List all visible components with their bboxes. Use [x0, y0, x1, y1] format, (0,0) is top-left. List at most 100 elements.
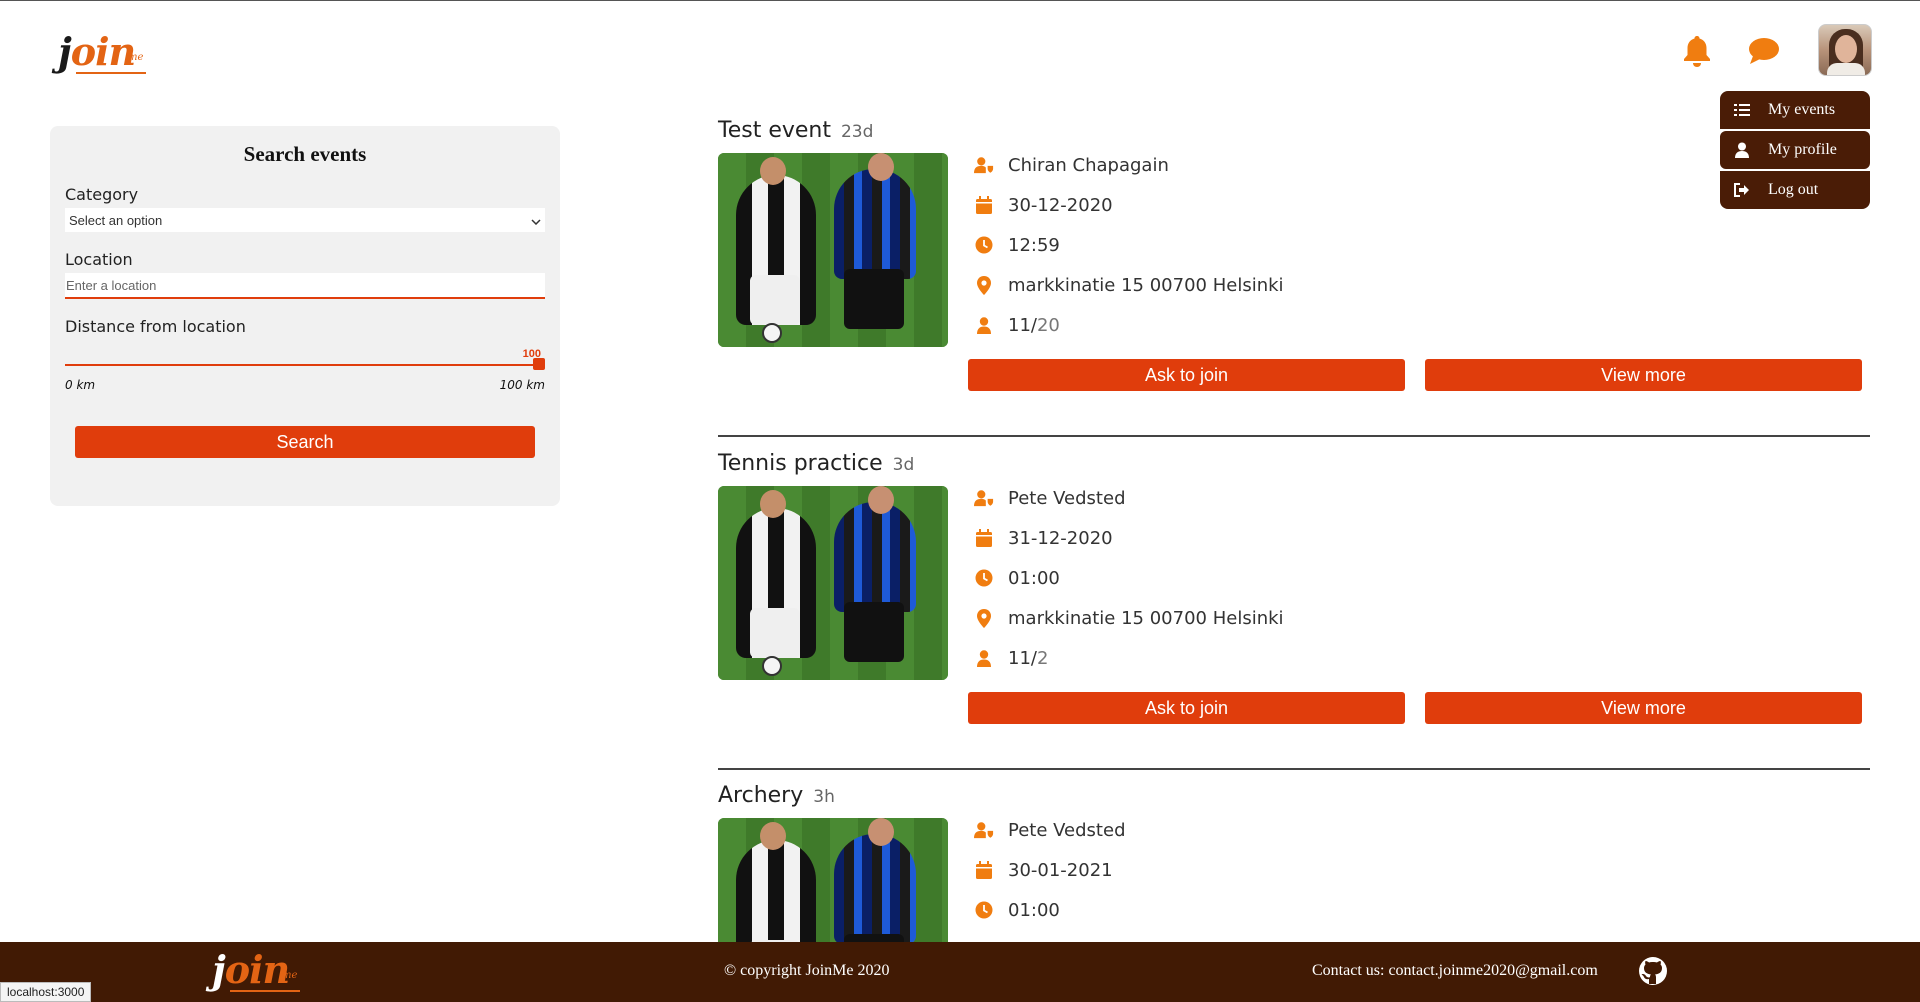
chat-bubble-icon[interactable] — [1748, 36, 1780, 66]
map-pin-icon — [974, 275, 994, 295]
category-select[interactable]: Select an option — [65, 208, 545, 232]
event-title-row: Test event 23d — [718, 118, 1870, 143]
location-input[interactable]: Enter a location — [65, 273, 545, 299]
event-info: Chiran Chapagain 30-12-2020 12:59 markki… — [970, 153, 1284, 347]
event-name[interactable]: Test event — [718, 118, 831, 143]
list-icon — [1728, 103, 1756, 117]
logo-underline — [76, 72, 146, 74]
distance-slider[interactable] — [65, 358, 545, 370]
category-label: Category — [65, 185, 139, 204]
event-time-row: 12:59 — [970, 225, 1284, 265]
organizer-icon — [974, 488, 994, 508]
event-info: Pete Vedsted 31-12-2020 01:00 markkinati… — [970, 486, 1284, 680]
distance-max: 100 km — [499, 378, 545, 392]
event-image[interactable] — [718, 818, 948, 942]
event-time: 01:00 — [1008, 899, 1060, 921]
window-top-border — [0, 0, 1920, 1]
calendar-icon — [974, 860, 994, 880]
view-more-button[interactable]: View more — [1425, 359, 1862, 391]
event-address: markkinatie 15 00700 Helsinki — [1008, 607, 1284, 629]
event-age: 3h — [813, 787, 835, 807]
event-image[interactable] — [718, 153, 948, 347]
event-card: Tennis practice 3d Pete Vedsted 31-12-20… — [718, 451, 1870, 724]
event-date: 31-12-2020 — [1008, 527, 1113, 549]
browser-status-url: localhost:3000 — [0, 982, 92, 1002]
event-attendees-row: 11/2 — [970, 638, 1284, 678]
location-label: Location — [65, 250, 133, 269]
image-player-2 — [834, 502, 916, 662]
location-input-placeholder: Enter a location — [66, 277, 157, 293]
user-avatar[interactable] — [1818, 24, 1872, 76]
event-time: 01:00 — [1008, 567, 1060, 589]
chevron-down-icon — [531, 213, 541, 228]
event-card: Test event 23d Chiran Chapagain 30-12-20… — [718, 118, 1870, 391]
calendar-icon — [974, 528, 994, 548]
event-organizer: Pete Vedsted — [1008, 819, 1126, 841]
event-divider — [718, 768, 1870, 770]
event-capacity: 20 — [1036, 314, 1060, 336]
person-icon — [974, 315, 994, 335]
person-icon — [974, 648, 994, 668]
image-player-legs — [750, 608, 800, 658]
ask-to-join-button[interactable]: Ask to join — [968, 692, 1405, 724]
ask-to-join-button[interactable]: Ask to join — [968, 359, 1405, 391]
distance-min: 0 km — [65, 378, 96, 392]
event-image[interactable] — [718, 486, 948, 680]
view-more-button[interactable]: View more — [1425, 692, 1862, 724]
image-ball — [762, 656, 782, 676]
distance-slider-thumb[interactable] — [533, 358, 545, 370]
event-actions: Ask to join View more — [968, 692, 1870, 724]
map-pin-icon — [974, 608, 994, 628]
image-player-2 — [834, 834, 916, 942]
logo[interactable]: join me — [58, 30, 150, 78]
bell-icon[interactable] — [1682, 34, 1712, 68]
event-title-row: Archery 3h — [718, 783, 1870, 808]
image-player-legs — [844, 269, 904, 329]
event-address: markkinatie 15 00700 Helsinki — [1008, 274, 1284, 296]
event-body: Pete Vedsted 31-12-2020 01:00 markkinati… — [718, 486, 1870, 680]
event-title-row: Tennis practice 3d — [718, 451, 1870, 476]
event-attendees-row: 11/20 — [970, 305, 1284, 345]
clock-icon — [974, 568, 994, 588]
category-select-value: Select an option — [69, 212, 163, 228]
menu-item-label: My events — [1768, 101, 1836, 118]
clock-icon — [974, 235, 994, 255]
footer-contact[interactable]: Contact us: contact.joinme2020@gmail.com — [1312, 962, 1598, 980]
image-ball — [762, 323, 782, 343]
event-attendees: 11/ — [1008, 314, 1037, 336]
avatar-face — [1835, 35, 1857, 63]
image-head-2 — [868, 818, 894, 846]
logo-me: me — [282, 970, 298, 981]
search-panel: Search events Category Select an option … — [50, 126, 560, 506]
event-date: 30-01-2021 — [1008, 859, 1113, 881]
event-age: 23d — [840, 122, 874, 142]
event-organizer-row: Pete Vedsted — [970, 810, 1126, 850]
image-player-legs — [750, 275, 800, 325]
event-name[interactable]: Tennis practice — [718, 451, 883, 476]
event-location-row: markkinatie 15 00700 Helsinki — [970, 265, 1284, 305]
image-player-1 — [736, 840, 816, 942]
footer: join me © copyright JoinMe 2020 Contact … — [0, 942, 1920, 1002]
clock-icon — [974, 900, 994, 920]
footer-logo[interactable]: join me — [212, 948, 304, 996]
image-head-1 — [760, 157, 786, 185]
event-date-row: 30-12-2020 — [970, 185, 1284, 225]
image-head-1 — [760, 822, 786, 850]
event-name[interactable]: Archery — [718, 783, 803, 808]
image-player-2 — [834, 169, 916, 329]
distance-range-ends: 0 km 100 km — [65, 378, 545, 392]
event-body: Chiran Chapagain 30-12-2020 12:59 markki… — [718, 153, 1870, 347]
event-location-row: markkinatie 15 00700 Helsinki — [970, 598, 1284, 638]
event-organizer-row: Pete Vedsted — [970, 478, 1284, 518]
event-time-row: 01:00 — [970, 558, 1284, 598]
github-icon[interactable] — [1638, 956, 1668, 986]
image-player-legs — [844, 602, 904, 662]
organizer-icon — [974, 820, 994, 840]
image-player-1 — [736, 508, 816, 658]
search-button[interactable]: Search — [75, 426, 535, 458]
image-head-1 — [760, 490, 786, 518]
event-date-row: 30-01-2021 — [970, 850, 1126, 890]
logo-underline — [230, 990, 300, 992]
event-info: Pete Vedsted 30-01-2021 01:00 — [970, 818, 1126, 942]
search-panel-title: Search events — [243, 142, 367, 166]
